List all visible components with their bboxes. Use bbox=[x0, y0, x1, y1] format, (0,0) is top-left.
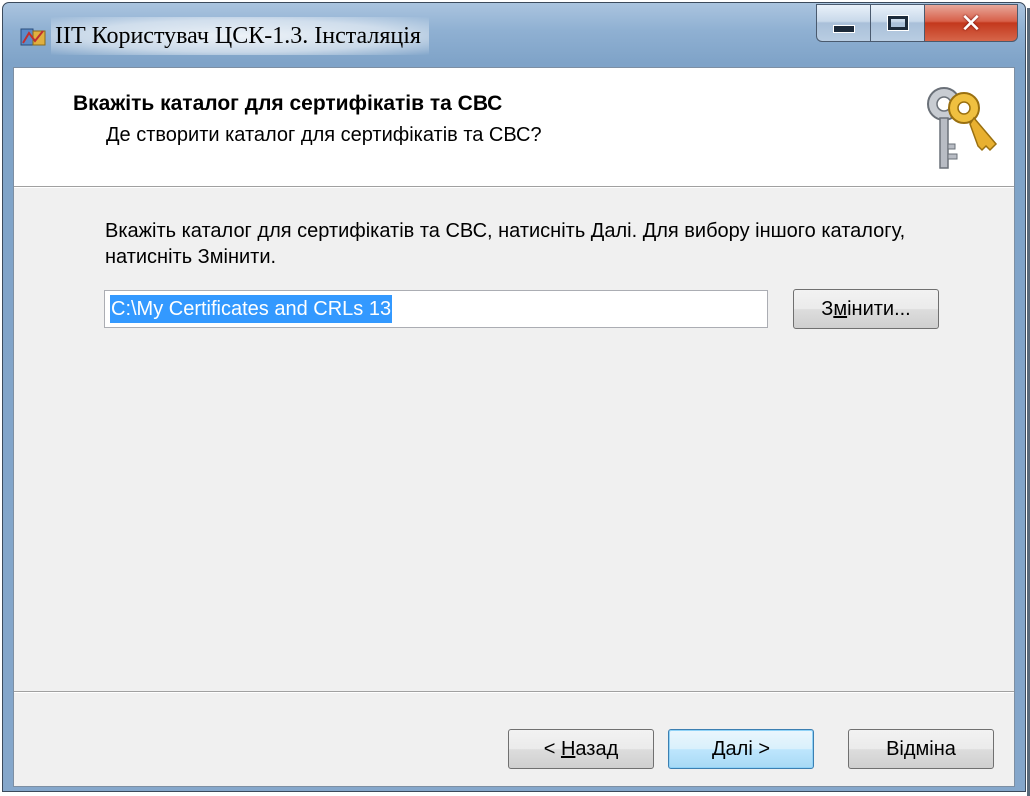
title-text-glow: ІІТ Користувач ЦСК-1.3. Інсталяція bbox=[51, 17, 429, 55]
installer-window: ІІТ Користувач ЦСК-1.3. Інсталяція ✕ Вка… bbox=[2, 2, 1026, 792]
minimize-icon bbox=[832, 25, 855, 33]
back-button-label: < Назад bbox=[543, 737, 619, 760]
maximize-icon bbox=[886, 15, 909, 31]
wizard-header: Вкажіть каталог для сертифікатів та СВС … bbox=[14, 68, 1014, 187]
header-divider bbox=[14, 187, 1014, 188]
close-button[interactable]: ✕ bbox=[924, 4, 1018, 42]
instructions-text: Вкажіть каталог для сертифікатів та СВС,… bbox=[105, 220, 906, 268]
caption-buttons: ✕ bbox=[816, 4, 1018, 44]
directory-path-value: C:\My Certificates and CRLs 13 bbox=[110, 295, 393, 323]
footer-divider-highlight bbox=[14, 692, 1014, 693]
next-button[interactable]: Далі > bbox=[668, 729, 814, 769]
maximize-button[interactable] bbox=[870, 4, 924, 42]
window-title: ІІТ Користувач ЦСК-1.3. Інсталяція bbox=[55, 22, 421, 49]
cancel-button[interactable]: Відміна bbox=[848, 729, 994, 769]
change-button[interactable]: Змінити... bbox=[793, 289, 939, 329]
next-button-label: Далі > bbox=[711, 737, 771, 760]
directory-path-input[interactable]: C:\My Certificates and CRLs 13 bbox=[104, 290, 768, 328]
keys-icon bbox=[927, 87, 998, 169]
page-subtitle: Де створити каталог для сертифікатів та … bbox=[106, 124, 542, 146]
title-bar[interactable]: ІІТ Користувач ЦСК-1.3. Інсталяція ✕ bbox=[3, 3, 1025, 67]
back-button[interactable]: < Назад bbox=[508, 729, 654, 769]
minimize-button[interactable] bbox=[816, 4, 870, 42]
cancel-button-label: Відміна bbox=[886, 737, 956, 760]
page-title: Вкажіть каталог для сертифікатів та СВС bbox=[73, 92, 503, 115]
close-icon: ✕ bbox=[960, 8, 982, 38]
wizard-client-area: Вкажіть каталог для сертифікатів та СВС … bbox=[13, 67, 1015, 787]
change-button-label: Змінити... bbox=[821, 297, 911, 320]
installer-app-icon bbox=[20, 28, 46, 46]
